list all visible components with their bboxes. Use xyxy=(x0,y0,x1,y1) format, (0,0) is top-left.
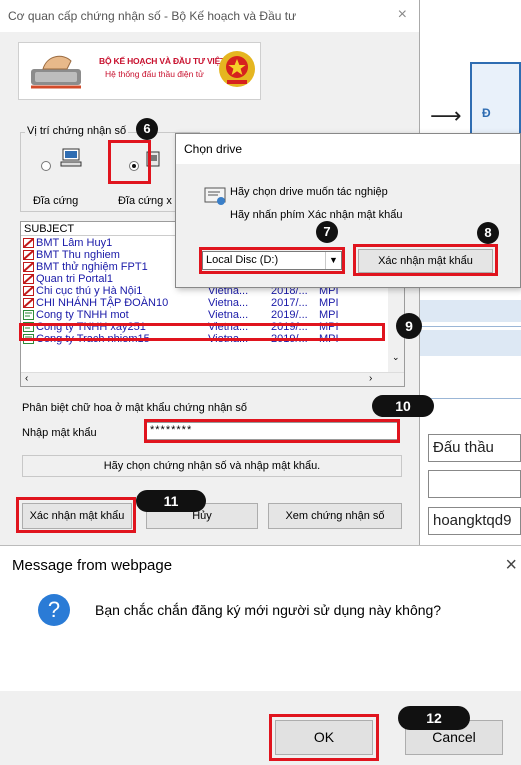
red-cert-icon xyxy=(23,262,34,272)
banner-line-2: Hệ thống đấu thầu điện tử xyxy=(105,69,204,79)
green-cert-icon xyxy=(23,310,34,320)
list-cell-subject: BMT Lâm Huy1 xyxy=(36,237,113,249)
chevron-left-icon[interactable]: ‹ xyxy=(25,373,28,384)
highlight-box-step-7 xyxy=(199,247,345,274)
list-cell-c4: MPI xyxy=(319,297,339,309)
step-badge-9: 9 xyxy=(396,313,422,339)
step-badge-8: 8 xyxy=(477,222,499,244)
choose-drive-instruction-2: Hãy nhấn phím Xác nhận mật khẩu xyxy=(230,209,403,221)
choose-drive-instruction-1: Hãy chọn drive muốn tác nghiệp xyxy=(230,186,388,198)
red-cert-icon xyxy=(23,238,34,248)
red-cert-icon xyxy=(23,298,34,308)
list-cell-subject: Chi cục thú y Hà Nội1 xyxy=(36,285,143,297)
close-icon[interactable]: × xyxy=(505,554,517,577)
list-cell-subject: BMT thử nghiệm FPT1 xyxy=(36,261,148,273)
list-item[interactable]: CHI NHÁNH TẬP ĐOÀN10 Vietna... 2017/... MPI xyxy=(21,297,391,309)
arrow-icon: ⟶ xyxy=(430,104,462,129)
drive-label-external: Đĩa cứng x xyxy=(118,195,172,207)
list-cell-c3: 2019/... xyxy=(271,309,308,321)
dialog-title: Cơ quan cấp chứng nhận số - Bộ Kế hoạch … xyxy=(8,9,297,23)
step-badge-6: 6 xyxy=(136,118,158,140)
drive-label-hard-disk: Đĩa cứng xyxy=(33,195,79,207)
case-sensitive-note: Phân biệt chữ hoa ở mật khẩu chứng nhận … xyxy=(22,402,247,414)
list-cell-subject: Cong ty TNHH mot xyxy=(36,309,129,321)
highlight-box-step-11 xyxy=(16,497,136,533)
workflow-step-letter: Đ xyxy=(482,106,491,120)
list-cell-subject: BMT Thu nghiem xyxy=(36,249,120,261)
list-cell-subject: Quan tri Portal1 xyxy=(36,273,114,285)
message-dialog-title: Message from webpage xyxy=(0,546,521,586)
list-item[interactable]: Cong ty TNHH mot Vietna... 2019/... MPI xyxy=(21,309,391,321)
chevron-right-icon[interactable]: › xyxy=(369,373,372,384)
bg-field-1[interactable]: Đấu thầu xyxy=(428,434,521,462)
highlight-box-step-8 xyxy=(353,244,498,276)
view-certificate-button[interactable]: Xem chứng nhận số xyxy=(268,503,402,529)
highlight-box-step-6 xyxy=(108,140,151,184)
status-message: Hãy chọn chứng nhận số và nhập mật khẩu. xyxy=(22,455,402,477)
bg-field-2[interactable] xyxy=(428,470,521,498)
list-cell-c2: Vietna... xyxy=(208,309,249,321)
dialog-titlebar: Cơ quan cấp chứng nhận số - Bộ Kế hoạch … xyxy=(0,0,419,32)
national-emblem-icon xyxy=(219,51,255,87)
highlight-box-step-12 xyxy=(269,714,379,761)
highlight-box-step-10 xyxy=(144,419,400,443)
list-cell-c2: Vietna... xyxy=(208,297,249,309)
red-cert-icon xyxy=(23,274,34,284)
question-icon: ? xyxy=(38,594,70,626)
bg-field-username[interactable]: hoangktqd9 xyxy=(428,507,521,535)
close-icon[interactable]: × xyxy=(398,6,407,24)
message-dialog: Message from webpage × ? Bạn chắc chắn đ… xyxy=(0,545,521,765)
location-group-label: Vị trí chứng nhận số xyxy=(25,125,129,137)
choose-drive-dialog: Chọn drive Hãy chọn drive muốn tác nghiệ… xyxy=(175,133,521,288)
step-badge-12: 12 xyxy=(398,706,470,730)
horizontal-scrollbar[interactable]: ‹ › xyxy=(21,372,404,386)
radio-hard-disk[interactable] xyxy=(41,161,51,171)
table-band xyxy=(420,300,521,322)
choose-drive-title: Chọn drive xyxy=(176,134,520,164)
red-cert-icon xyxy=(23,250,34,260)
table-band xyxy=(420,330,521,356)
red-cert-icon xyxy=(23,286,34,296)
password-label: Nhập mật khẩu xyxy=(22,427,97,439)
highlight-box-step-9 xyxy=(19,323,385,341)
keyboard-hand-logo-icon xyxy=(31,55,81,89)
step-badge-10: 10 xyxy=(372,395,434,417)
confirmation-question: Bạn chắc chắn đăng ký mới người sử dụng … xyxy=(95,602,442,618)
list-cell-c3: 2017/... xyxy=(271,297,308,309)
list-cell-c4: MPI xyxy=(319,309,339,321)
divider xyxy=(420,326,521,327)
step-badge-11: 11 xyxy=(136,490,206,512)
divider xyxy=(420,398,521,399)
computer-icon xyxy=(60,148,82,167)
ministry-banner: BỘ KẾ HOẠCH VÀ ĐẦU TƯ VIỆT NAM Hệ thống … xyxy=(18,42,261,100)
list-cell-subject: CHI NHÁNH TẬP ĐOÀN10 xyxy=(36,297,169,309)
step-badge-7: 7 xyxy=(316,221,338,243)
chevron-down-icon[interactable]: ⌄ xyxy=(392,352,400,363)
certificate-icon xyxy=(204,187,226,205)
